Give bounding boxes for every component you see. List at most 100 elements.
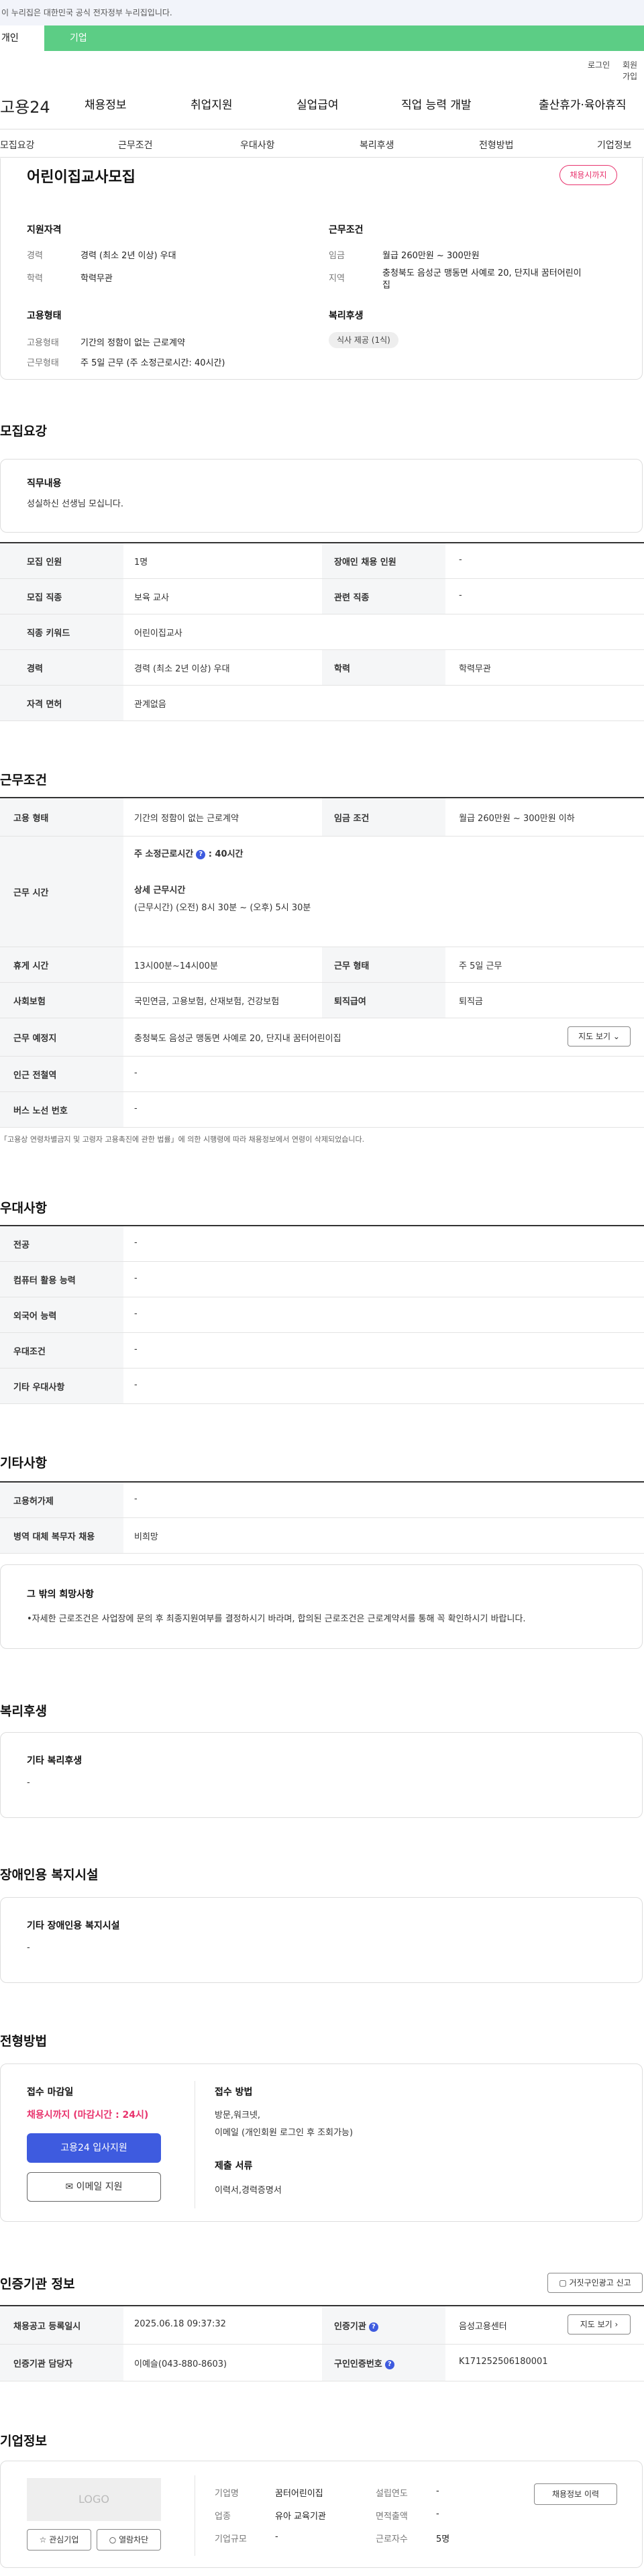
mail-icon: ✉ [65, 2182, 74, 2192]
license-value: 관계없음 [134, 700, 166, 710]
info-icon[interactable]: ? [368, 2322, 378, 2332]
work-time-std: 주 소정근로시간? : 40시간 [134, 847, 244, 859]
recruit-heading: 모집요강 [0, 424, 47, 439]
employment-label: 고용형태 [27, 311, 62, 321]
subtab-recruit[interactable]: 모집요강 [0, 138, 35, 152]
disabled-count-key: 장애인 채용 인원 [334, 557, 396, 568]
cert-no: 구인인증번호? [334, 2357, 394, 2369]
tab-personal[interactable]: 개인 [0, 25, 44, 51]
welfare-box-text: - [27, 1778, 30, 1788]
company-size-value: - [275, 2532, 278, 2542]
report-button[interactable]: ▢ 거짓구인광고 신고 [547, 2273, 643, 2293]
area-key: 지역 [329, 274, 345, 284]
process-heading: 전형방법 [0, 2034, 47, 2049]
company-size-key: 기업규모 [215, 2534, 247, 2544]
career-value: 경력 (최소 2년 이상) 우대 [80, 251, 176, 261]
company-staff-value: 5명 [436, 2534, 450, 2544]
cert-map-button[interactable]: 지도 보기 › [568, 2314, 631, 2334]
keyword-value: 어린이집교사 [134, 629, 182, 639]
recruit-edu-key: 학력 [334, 664, 350, 674]
company-staff-key: 근로자수 [376, 2534, 408, 2544]
chevron-down-icon: ⌄ [612, 1032, 620, 1041]
gnb-unemployment-benefit[interactable]: 실업급여 [297, 95, 339, 112]
row-divider [0, 1553, 644, 1554]
work-time-detail-label: 상세 근무시간 [134, 885, 186, 896]
email-apply-button[interactable]: ✉ 이메일 지원 [27, 2172, 161, 2202]
cert-map-label: 지도 보기 [580, 2320, 612, 2329]
info-icon[interactable]: ? [196, 849, 206, 859]
cert-org-key: 인증기관 [334, 2322, 366, 2332]
method-label: 접수 방법 [215, 2087, 253, 2098]
gov-banner-text: 이 누리집은 대한민국 공식 전자정부 누리집입니다. [1, 8, 172, 17]
work-time-key: 근무 시간 [13, 888, 49, 898]
license-key: 자격 면허 [27, 700, 62, 710]
block-company-button[interactable]: ○ 열람차단 [97, 2529, 161, 2551]
star-icon: ☆ [39, 2535, 47, 2544]
deadline-value: 채용시까지 (마감시간 : 24시) [27, 2110, 149, 2121]
row-divider [0, 1127, 644, 1128]
duty-title: 직무내용 [27, 478, 62, 489]
subtab-company[interactable]: 기업정보 [597, 138, 632, 152]
block-icon: ○ [109, 2535, 117, 2544]
recruit-career-value: 경력 (최소 2년 이상) 우대 [134, 664, 230, 674]
work-time-detail-value: (근무시간) (오전) 8시 30분 ~ (오후) 5시 30분 [134, 903, 311, 913]
company-year-key: 설립연도 [376, 2489, 408, 2499]
cert-mgr-value: 이예슬(043-880-8603) [134, 2359, 227, 2369]
pref-cond-value: - [134, 1344, 138, 1354]
welfare-heading: 복리후생 [0, 1704, 47, 1719]
wage-key: 임금 [329, 251, 345, 261]
method-value-1: 방문,워크넷, [215, 2110, 261, 2121]
gnb-jobs[interactable]: 채용정보 [85, 95, 127, 112]
disabled-count-value: - [459, 555, 462, 565]
education-key: 학력 [27, 274, 43, 284]
etc-military-value: 비희망 [134, 1532, 158, 1542]
docs-value: 이력서,경력증명서 [215, 2186, 282, 2196]
apply-button[interactable]: 고용24 입사지원 [27, 2133, 161, 2163]
favorite-company-button[interactable]: ☆ 관심기업 [27, 2529, 91, 2551]
emptype-value: 기간의 정함이 없는 근로계약 [80, 338, 185, 348]
work-wage-key: 임금 조건 [334, 814, 370, 824]
work-map-button[interactable]: 지도 보기 ⌄ [568, 1026, 631, 1046]
favorite-label: 관심기업 [49, 2535, 79, 2544]
qualification-label: 지원자격 [27, 225, 62, 235]
company-jobs-button[interactable]: 채용정보 이력 [534, 2483, 617, 2505]
work-rest-key: 휴게 시간 [13, 961, 49, 971]
duty-text: 성실하신 선생님 모십니다. [27, 499, 123, 509]
tab-company[interactable]: 기업 [70, 25, 87, 51]
company-area-key: 면적출액 [376, 2512, 408, 2522]
pref-cond-key: 우대조건 [13, 1347, 46, 1357]
subtab-process[interactable]: 전형방법 [479, 138, 514, 152]
conditions-label: 근무조건 [329, 225, 364, 235]
gnb-vocational-training[interactable]: 직업 능력 개발 [401, 95, 472, 112]
worktype-key: 근무형태 [27, 358, 59, 368]
duty-box [0, 459, 643, 533]
pref-computer-value: - [134, 1273, 138, 1283]
info-icon[interactable]: ? [384, 2359, 394, 2369]
company-industry-key: 업종 [215, 2512, 231, 2522]
work-footnote: 「고용상 연령차별금지 및 고령자 고용촉진에 관한 법률」에 의한 시행령에 … [0, 1135, 365, 1144]
signup-link[interactable]: 회원가입 [623, 59, 644, 82]
site-logo[interactable]: 고용24 [0, 94, 50, 117]
subtab-welfare[interactable]: 복리후생 [360, 138, 394, 152]
subtab-preference[interactable]: 우대사항 [240, 138, 275, 152]
company-heading: 기업정보 [0, 2434, 47, 2449]
subtab-work-conditions[interactable]: 근무조건 [118, 138, 153, 152]
work-heading: 근무조건 [0, 773, 47, 788]
work-form-key: 근무 형태 [334, 961, 370, 971]
divider [0, 157, 644, 158]
area-value-line2: 집 [382, 280, 390, 290]
gnb-parental-leave[interactable]: 출산휴가·육아휴직 [539, 95, 627, 112]
work-retire-value: 퇴직금 [459, 997, 483, 1007]
recruit-count-key: 모집 인원 [27, 557, 62, 568]
area-value-line1: 충청북도 음성군 맹동면 사예로 20, 단지내 꿈터어린이 [382, 268, 582, 278]
pref-etc-key: 기타 우대사항 [13, 1383, 65, 1393]
pref-language-key: 외국어 능력 [13, 1311, 57, 1322]
gov-banner: 이 누리집은 대한민국 공식 전자정부 누리집입니다. [0, 0, 644, 25]
company-year-value: - [436, 2486, 439, 2496]
etc-military-key: 병역 대체 복무자 채용 [13, 1532, 95, 1542]
gnb-employment-support[interactable]: 취업지원 [191, 95, 233, 112]
recruit-edu-value: 학력무관 [459, 664, 491, 674]
pref-etc-value: - [134, 1380, 138, 1390]
login-link[interactable]: 로그인 [588, 59, 610, 70]
row-divider [0, 720, 644, 721]
